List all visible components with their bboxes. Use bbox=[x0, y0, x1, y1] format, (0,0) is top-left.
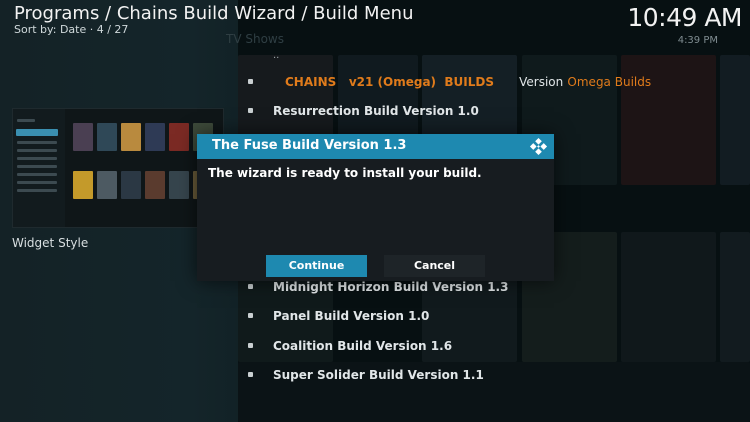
background-section-label: TV Shows bbox=[226, 32, 284, 46]
menu-header-row[interactable]: CHAINS v21 (Omega) BUILDS Version Omega … bbox=[248, 75, 651, 89]
bullet-icon bbox=[248, 284, 253, 289]
sort-info[interactable]: Sort by: Date · 4 / 27 bbox=[14, 23, 128, 36]
list-item-label: Resurrection Build Version 1.0 bbox=[273, 104, 479, 118]
list-item-label: Super Solider Build Version 1.1 bbox=[273, 368, 484, 382]
bullet-icon bbox=[248, 79, 253, 84]
install-dialog: The Fuse Build Version 1.3 The wizard is… bbox=[197, 134, 554, 281]
bullet-icon bbox=[248, 108, 253, 113]
bullet-icon bbox=[248, 343, 253, 348]
version-value: Omega Builds bbox=[567, 75, 652, 89]
kodi-version-label: v21 (Omega) bbox=[348, 75, 437, 89]
dialog-message: The wizard is ready to install your buil… bbox=[208, 166, 482, 180]
cancel-button[interactable]: Cancel bbox=[384, 255, 485, 277]
list-item[interactable]: Coalition Build Version 1.6 bbox=[248, 339, 452, 353]
list-item[interactable]: Midnight Horizon Build Version 1.3 bbox=[248, 280, 508, 294]
bullet-icon bbox=[248, 372, 253, 377]
bullet-icon bbox=[248, 313, 253, 318]
dialog-header: The Fuse Build Version 1.3 bbox=[197, 134, 554, 159]
list-item[interactable]: Panel Build Version 1.0 bbox=[248, 309, 429, 323]
kodi-logo-icon bbox=[529, 137, 548, 156]
list-item[interactable]: Super Solider Build Version 1.1 bbox=[248, 368, 484, 382]
dialog-title: The Fuse Build Version 1.3 bbox=[212, 138, 407, 153]
list-item[interactable]: Resurrection Build Version 1.0 bbox=[248, 104, 479, 118]
clock: 10:49 AM bbox=[627, 3, 742, 32]
builds-label: BUILDS bbox=[444, 75, 495, 89]
chains-label: CHAINS bbox=[285, 75, 337, 89]
parent-folder-item[interactable]: .. bbox=[273, 50, 279, 61]
widget-style-label: Widget Style bbox=[12, 236, 89, 250]
preview-sidebar bbox=[13, 109, 65, 227]
clock-secondary: 4:39 PM bbox=[677, 35, 718, 46]
list-item-label: Panel Build Version 1.0 bbox=[273, 309, 430, 323]
list-item-label: Coalition Build Version 1.6 bbox=[273, 339, 453, 353]
list-item-label: Midnight Horizon Build Version 1.3 bbox=[273, 280, 509, 294]
breadcrumb: Programs / Chains Build Wizard / Build M… bbox=[14, 3, 414, 24]
widget-preview-image bbox=[12, 108, 224, 228]
continue-button[interactable]: Continue bbox=[266, 255, 367, 277]
version-label: Version bbox=[519, 75, 564, 89]
